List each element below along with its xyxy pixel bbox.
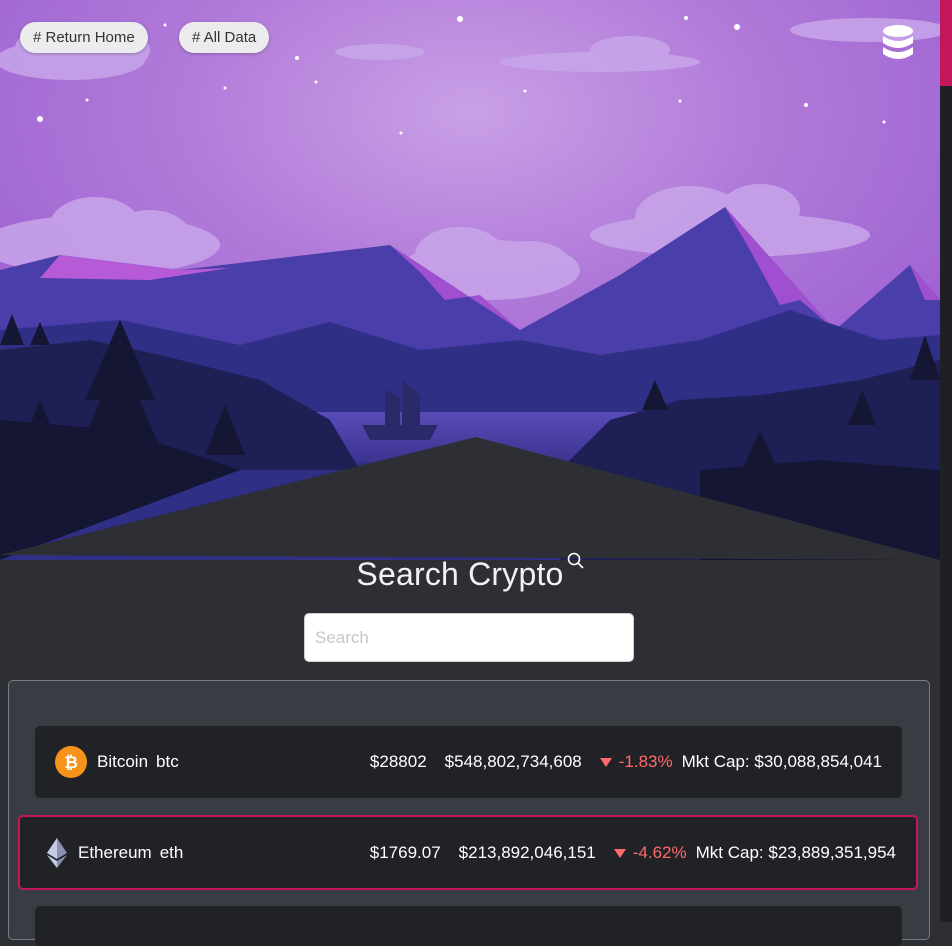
- coin-symbol: eth: [159, 842, 184, 862]
- triangle-down-icon: [599, 752, 612, 772]
- all-data-button[interactable]: # All Data: [179, 22, 270, 53]
- ethereum-icon: [46, 837, 68, 868]
- coin-row-partial[interactable]: [35, 906, 902, 946]
- page-title: Search Crypto: [356, 556, 564, 592]
- coin-row-ethereum[interactable]: Ethereum eth $1769.07 $213,892,046,151 -…: [18, 815, 918, 890]
- scrollbar[interactable]: [940, 0, 952, 922]
- coin-change: -1.83%: [599, 752, 673, 772]
- bitcoin-icon: ₿: [55, 746, 87, 778]
- coin-price: $1769.07: [369, 842, 441, 862]
- coin-change: -4.62%: [613, 842, 687, 863]
- coin-name: Ethereum: [78, 842, 152, 862]
- coin-volume: $213,892,046,151: [458, 842, 596, 862]
- svg-text:₿: ₿: [64, 753, 78, 772]
- return-home-button[interactable]: # Return Home: [20, 22, 148, 53]
- coin-price: $28802: [369, 752, 427, 771]
- coin-name: Bitcoin: [97, 752, 149, 771]
- coin-symbol: btc: [156, 752, 179, 771]
- landscape-illustration: [0, 0, 940, 560]
- coin-market-cap: Mkt Cap: $30,088,854,041: [681, 752, 882, 771]
- coin-change-value: -1.83%: [618, 752, 673, 771]
- triangle-down-icon: [613, 843, 626, 863]
- coin-row-bitcoin[interactable]: ₿ Bitcoin btc $28802 $548,802,734,608 -1…: [35, 726, 902, 798]
- scrollbar-thumb[interactable]: [940, 0, 952, 86]
- magnifier-icon: [566, 542, 586, 578]
- hero-landscape: [0, 0, 940, 560]
- coin-list-panel: [8, 680, 930, 940]
- search-title-wrap: Search Crypto: [0, 552, 940, 593]
- search-input[interactable]: [304, 613, 634, 662]
- coin-market-cap: Mkt Cap: $23,889,351,954: [695, 842, 896, 862]
- coin-volume: $548,802,734,608: [444, 752, 582, 771]
- coin-change-value: -4.62%: [632, 842, 687, 862]
- database-icon[interactable]: [880, 24, 916, 69]
